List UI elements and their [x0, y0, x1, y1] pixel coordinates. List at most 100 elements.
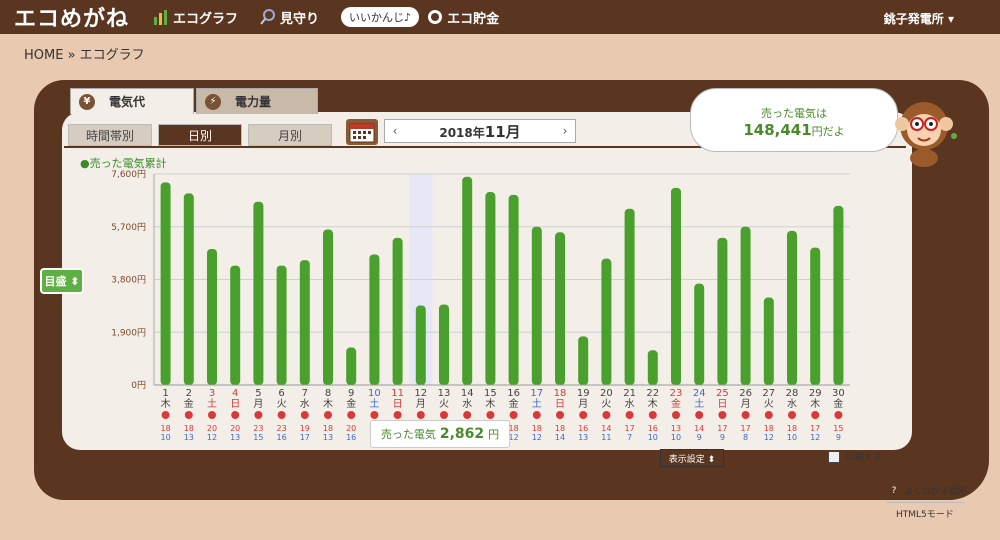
- bar-day-20: [601, 258, 612, 385]
- bar-day-26: [740, 226, 751, 385]
- day-label: 15: [484, 388, 497, 399]
- html5-mode-button[interactable]: HTML5モード: [886, 502, 964, 524]
- nav-mimamori[interactable]: 見守り: [260, 8, 319, 27]
- weather-icon: [788, 411, 796, 419]
- next-month-button[interactable]: ›: [555, 124, 575, 138]
- tooltip-label: 売った電気: [380, 428, 436, 441]
- print-label: 印刷する: [846, 453, 883, 463]
- lightning-icon: ⚡: [205, 93, 221, 110]
- bar-day-29: [810, 247, 821, 385]
- subtab-hourly[interactable]: 時間帯別: [68, 124, 152, 146]
- temp-high: 14: [694, 424, 704, 433]
- temp-low: 12: [532, 433, 542, 442]
- weekday-label: 金: [184, 397, 194, 410]
- tooltip-value: 2,862: [439, 426, 485, 442]
- weather-icon: [184, 411, 193, 419]
- day-label: 16: [507, 388, 520, 399]
- y-tick-label: 5,700円: [111, 222, 146, 233]
- temp-high: 23: [253, 424, 263, 433]
- bar-day-1: [160, 182, 171, 385]
- monkey-mascot-icon: [895, 102, 957, 167]
- temp-low: 12: [207, 433, 217, 442]
- display-settings-button[interactable]: 表示設定 ⬍: [660, 449, 724, 467]
- weekday-label: 月: [741, 398, 751, 410]
- y-tick-label: 3,800円: [111, 275, 146, 286]
- weather-icon: [509, 411, 518, 419]
- temp-low: 12: [509, 433, 519, 442]
- temp-high: 18: [764, 424, 774, 433]
- weekday-label: 火: [277, 398, 287, 410]
- bar-day-2: [183, 193, 194, 385]
- weather-icon: [625, 411, 634, 419]
- calendar-icon[interactable]: [346, 119, 378, 145]
- tab-electricity-cost-label: 電気代: [109, 95, 146, 109]
- weather-icon: [764, 411, 773, 419]
- prev-month-button[interactable]: ‹: [385, 124, 405, 138]
- temp-high: 19: [300, 424, 310, 433]
- temp-low: 12: [810, 433, 820, 442]
- day-label: 1: [162, 388, 168, 399]
- tab-power-amount-label: 電力量: [235, 95, 272, 109]
- day-label: 30: [832, 388, 845, 399]
- print-button[interactable]: 印刷する: [828, 450, 882, 463]
- temp-high: 18: [532, 424, 542, 433]
- weekday-label: 木: [810, 398, 820, 410]
- weather-icon: [393, 411, 402, 419]
- weather-icon: [347, 411, 356, 419]
- day-label: 28: [786, 388, 799, 399]
- weekday-label: 金: [833, 397, 843, 410]
- top-bar: エコめがね エコグラフ 見守り いいかんじ♪ エコ貯金 銚子発電所 ▾: [0, 0, 1000, 34]
- weekday-label: 金: [509, 397, 519, 410]
- current-year: 2018年: [439, 125, 485, 140]
- temp-high: 17: [741, 424, 751, 433]
- temp-low: 10: [161, 433, 171, 442]
- tab-electricity-cost[interactable]: ¥ 電気代: [70, 88, 194, 114]
- nav-eco-savings-label: エコ貯金: [447, 11, 500, 27]
- temp-high: 17: [717, 424, 727, 433]
- temp-high: 16: [648, 424, 658, 433]
- day-label: 8: [325, 388, 331, 399]
- y-tick-label: 0円: [131, 380, 146, 391]
- help-link[interactable]: ? よくわかる説明: [888, 484, 967, 497]
- weekday-label: 日: [717, 399, 727, 410]
- yen-icon: ¥: [79, 93, 95, 110]
- bar-day-7: [299, 260, 310, 385]
- bar-day-24: [694, 283, 705, 385]
- breadcrumb[interactable]: HOME » エコグラフ: [24, 44, 145, 63]
- station-dropdown[interactable]: 銚子発電所 ▾: [884, 10, 954, 27]
- speech-unit: 円だよ: [811, 125, 845, 138]
- weather-icon: [440, 411, 448, 419]
- temp-high: 16: [578, 424, 588, 433]
- question-icon: ?: [888, 484, 900, 497]
- temp-low: 13: [323, 433, 333, 442]
- nav-eco-savings[interactable]: エコ貯金: [427, 8, 499, 27]
- temp-high: 20: [346, 424, 356, 433]
- day-label: 13: [438, 388, 451, 399]
- temp-low: 7: [627, 433, 632, 442]
- day-label: 29: [809, 388, 822, 399]
- weather-icon: [834, 411, 843, 419]
- tab-power-amount[interactable]: ⚡ 電力量: [196, 88, 318, 114]
- day-label: 10: [368, 388, 381, 399]
- current-month: 2018年11月: [439, 121, 520, 142]
- subtab-daily[interactable]: 日別: [158, 124, 242, 146]
- bar-day-5: [253, 201, 264, 385]
- weather-icon: [672, 411, 680, 419]
- app-logo[interactable]: エコめがね: [14, 1, 129, 33]
- tooltip-unit: 円: [488, 428, 500, 441]
- weather-icon: [811, 411, 820, 419]
- temp-high: 18: [184, 424, 194, 433]
- bar-day-23: [671, 187, 681, 385]
- weather-icon: [161, 411, 170, 419]
- temp-low: 13: [184, 433, 194, 442]
- day-label: 17: [530, 388, 543, 399]
- nav-eco-graph[interactable]: エコグラフ: [153, 8, 238, 27]
- subtab-monthly[interactable]: 月別: [248, 124, 332, 146]
- temp-low: 17: [300, 433, 310, 442]
- temp-low: 10: [671, 433, 681, 442]
- temp-low: 16: [277, 433, 287, 442]
- day-label: 22: [646, 388, 659, 399]
- weekday-label: 土: [207, 397, 217, 410]
- bar-day-17: [531, 226, 542, 385]
- weather-icon: [486, 411, 495, 419]
